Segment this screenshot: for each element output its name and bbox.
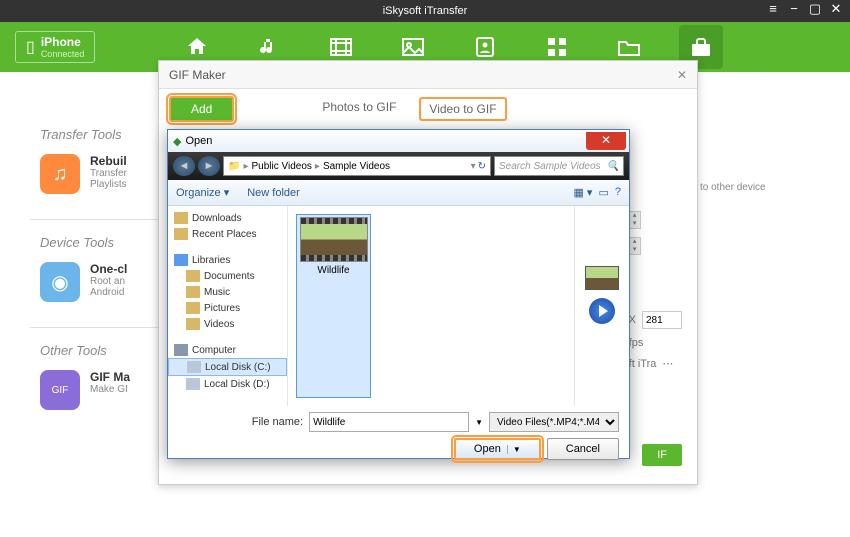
filetype-select[interactable]: Video Files(*.MP4;*.M4V;*.3GP; (489, 412, 619, 432)
tree-pictures[interactable]: Pictures (168, 300, 287, 316)
section-other: Other Tools (40, 343, 170, 358)
open-button[interactable]: Open▼ (454, 438, 541, 460)
open-dialog: ◆ Open ✕ ◄ ► 📁 ▸ Public Videos ▸ Sample … (167, 129, 630, 459)
folder-tree: Downloads Recent Places Libraries Docume… (168, 206, 288, 406)
dialog-nav: ◄ ► 📁 ▸ Public Videos ▸ Sample Videos ▾↻… (168, 152, 629, 180)
dialog-titlebar: ◆ Open ✕ (168, 130, 629, 152)
help-icon[interactable]: ? (615, 186, 621, 199)
tool-rebuild[interactable]: ♫ Rebuil Transfer Playlists (40, 154, 170, 194)
address-bar[interactable]: 📁 ▸ Public Videos ▸ Sample Videos ▾↻ (223, 156, 491, 176)
refresh-icon[interactable]: ↻ (478, 161, 486, 172)
rebuild-icon: ♫ (40, 154, 80, 194)
file-list[interactable]: Wildlife (288, 206, 574, 406)
device-name: iPhone (41, 35, 85, 49)
tab-photos[interactable]: Photos to GIF (314, 97, 404, 121)
stepper[interactable]: ▴▾ (629, 237, 641, 255)
preview-thumb (585, 266, 619, 290)
tree-disk-c[interactable]: Local Disk (C:) (168, 358, 287, 376)
gif-header: GIF Maker ✕ (159, 61, 697, 89)
view-icon[interactable]: ▦ ▾ (573, 186, 592, 199)
section-transfer: Transfer Tools (40, 127, 170, 142)
oneclick-title: One-cl (90, 262, 127, 276)
tree-libraries[interactable]: Libraries (168, 252, 287, 268)
section-device: Device Tools (40, 235, 170, 250)
cancel-button[interactable]: Cancel (547, 438, 619, 460)
gif-title: GIF Maker (169, 68, 226, 82)
tree-documents[interactable]: Documents (168, 268, 287, 284)
dialog-footer: File name: ▼ Video Files(*.MP4;*.M4V;*.3… (168, 406, 629, 466)
android-icon: ◉ (40, 262, 80, 302)
output-hint: ft iTra (629, 358, 657, 370)
dialog-body: Downloads Recent Places Libraries Docume… (168, 206, 629, 406)
create-gif-button[interactable]: IF (642, 444, 682, 466)
device-box[interactable]: ▯ iPhone Connected (15, 31, 95, 63)
search-input[interactable]: Search Sample Videos 🔍 (494, 156, 624, 176)
rebuild-title: Rebuil (90, 154, 127, 168)
back-button[interactable]: ◄ (173, 156, 195, 176)
app-title: iSkysoft iTransfer (383, 5, 468, 17)
phone-icon: ▯ (26, 37, 35, 57)
titlebar: iSkysoft iTransfer ≡ − ▢ ✕ (0, 0, 850, 22)
dialog-close-button[interactable]: ✕ (586, 132, 626, 150)
preview-pane-icon[interactable]: ▭ (598, 186, 608, 199)
dialog-title: Open (185, 135, 212, 147)
play-icon[interactable] (589, 298, 615, 324)
gif-close-icon[interactable]: ✕ (677, 68, 687, 82)
gif-icon: GIF (40, 370, 80, 410)
tree-downloads[interactable]: Downloads (168, 210, 287, 226)
crumb-2[interactable]: Sample Videos (323, 161, 390, 172)
file-label: Wildlife (317, 265, 349, 276)
rebuild-desc2: Playlists (90, 179, 127, 190)
video-thumbnail (300, 217, 368, 262)
crumb-1[interactable]: Public Videos (251, 161, 311, 172)
folder-icon: 📁 (228, 161, 240, 172)
gifmaker-desc: Make GI (90, 384, 130, 395)
tree-computer[interactable]: Computer (168, 342, 287, 358)
width-input[interactable] (642, 311, 682, 329)
tool-oneclick[interactable]: ◉ One-cl Root an Android (40, 262, 170, 302)
minimize-icon[interactable]: − (785, 0, 803, 18)
menu-icon[interactable]: ≡ (764, 0, 782, 18)
tree-recent[interactable]: Recent Places (168, 226, 287, 242)
tool-gifmaker[interactable]: GIF GIF Ma Make GI (40, 370, 170, 410)
file-item-wildlife[interactable]: Wildlife (296, 214, 371, 398)
tree-music[interactable]: Music (168, 284, 287, 300)
stepper[interactable]: ▴▾ (629, 211, 641, 229)
window-controls: ≡ − ▢ ✕ (764, 0, 845, 18)
app-window: iSkysoft iTransfer ≡ − ▢ ✕ ▯ iPhone Conn… (0, 0, 850, 537)
tree-disk-d[interactable]: Local Disk (D:) (168, 376, 287, 392)
fps-label: fps (629, 337, 644, 349)
rebuild-desc1: Transfer (90, 168, 127, 179)
gif-toolbar: Add Photos to GIF Video to GIF (159, 89, 697, 129)
oneclick-desc2: Android (90, 287, 127, 298)
tab-video[interactable]: Video to GIF (419, 97, 506, 121)
sidebar: Transfer Tools ♫ Rebuil Transfer Playlis… (0, 72, 170, 537)
search-icon: 🔍 (607, 161, 619, 172)
device-status: Connected (41, 49, 85, 59)
oneclick-desc1: Root an (90, 276, 127, 287)
gif-tabs: Photos to GIF Video to GIF (314, 97, 506, 121)
search-placeholder: Search Sample Videos (499, 161, 601, 172)
close-icon[interactable]: ✕ (827, 0, 845, 18)
filename-input[interactable] (309, 412, 469, 432)
tree-videos[interactable]: Videos (168, 316, 287, 332)
newfolder-button[interactable]: New folder (247, 187, 300, 199)
gifmaker-title: GIF Ma (90, 370, 130, 384)
rebuild-tail: to other device (700, 182, 766, 193)
dialog-toolbar: Organize ▾ New folder ▦ ▾ ▭ ? (168, 180, 629, 206)
add-button[interactable]: Add (169, 96, 234, 122)
dialog-icon: ◆ (173, 135, 181, 148)
maximize-icon[interactable]: ▢ (806, 0, 824, 18)
preview-pane (574, 206, 629, 406)
filename-label: File name: (252, 416, 303, 428)
forward-button[interactable]: ► (198, 156, 220, 176)
organize-menu[interactable]: Organize ▾ (176, 186, 229, 199)
gif-settings: ▴▾ ▴▾ X fps ft iTra⋯ (629, 211, 682, 378)
